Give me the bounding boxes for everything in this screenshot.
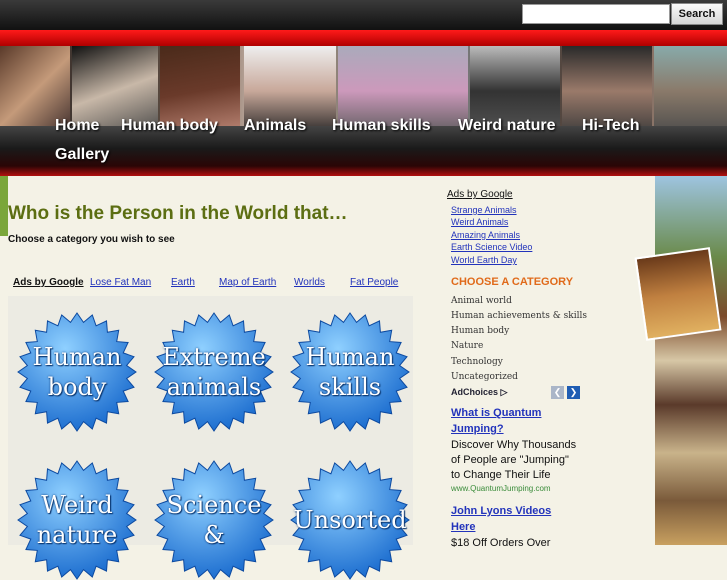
chevron-right-icon: ❯ [569,387,578,397]
category-link-animal-world[interactable]: Animal world [451,296,512,306]
nav-human-skills[interactable]: Human skills [332,117,431,135]
nav-hi-tech[interactable]: Hi-Tech [582,117,639,135]
adchoices-label: AdChoices [451,387,499,397]
nav-animals[interactable]: Animals [244,117,306,135]
sidebar-ad-link[interactable]: Strange Animals [451,205,517,215]
category-link-uncategorized[interactable]: Uncategorized [451,372,518,382]
ad-headline[interactable]: John Lyons Videos [451,505,551,517]
badge-label-line: skills [318,373,382,401]
category-badge-extreme-animals[interactable]: Extreme animals [154,312,274,432]
leaf-decoration [0,176,8,236]
ad-link[interactable]: Lose Fat Man [90,277,151,288]
category-badge-weird-nature[interactable]: Weird nature [17,460,137,580]
search-button[interactable]: Search [671,3,723,25]
ad-link[interactable]: Earth [171,277,195,288]
page-subtitle: Choose a category you wish to see [8,234,175,245]
ad-headline[interactable]: What is Quantum [451,407,541,419]
ad-link[interactable]: Worlds [294,277,325,288]
category-link-human-achievements[interactable]: Human achievements & skills [451,311,587,321]
category-link-technology[interactable]: Technology [451,357,503,367]
badge-label-line: Weird [41,491,113,519]
page-title: Who is the Person in the World that… [8,203,348,224]
badge-label-line: body [47,373,107,401]
ad-next-button[interactable]: ❯ [567,386,580,399]
ad-url[interactable]: www.QuantumJumping.com [451,484,551,493]
banner-photo [654,46,727,136]
badge-label-line: Science [166,491,262,519]
sidebar-ad-link[interactable]: Amazing Animals [451,230,520,240]
badge-label-line: Unsorted [293,506,407,534]
sidebar-ads-label[interactable]: Ads by Google [447,189,513,200]
badge-label-line: animals [166,373,262,401]
category-badge-human-skills[interactable]: Human skills [290,312,410,432]
chevron-left-icon: ❮ [553,387,562,397]
adchoices-link[interactable]: AdChoices ▷ [451,387,507,398]
ad-headline[interactable]: Jumping? [451,423,504,435]
ad-body-text: to Change Their Life [451,469,551,481]
category-badge-unsorted[interactable]: Unsorted [290,460,410,580]
category-list-title: CHOOSE A CATEGORY [451,276,574,288]
sidebar-ad-link[interactable]: World Earth Day [451,255,517,265]
adchoices-icon: ▷ [500,387,508,397]
red-header-stripe [0,30,727,46]
nav-human-body[interactable]: Human body [121,117,218,135]
sidebar-ad-link[interactable]: Weird Animals [451,217,508,227]
badge-label-line: Human [32,343,122,371]
ad-body-text: Discover Why Thousands [451,439,577,451]
nav-weird-nature[interactable]: Weird nature [458,117,556,135]
badge-label-line: & [203,521,225,549]
ad-body-text: $18 Off Orders Over [451,537,551,549]
category-badge-science[interactable]: Science & [154,460,274,580]
badge-label-line: Extreme [162,343,266,371]
burger-photo [634,247,722,341]
category-badge-human-body[interactable]: Human body [17,312,137,432]
ads-by-google-label[interactable]: Ads by Google [13,277,84,288]
sidebar-ad-link[interactable]: Earth Science Video [451,242,532,252]
nav-gallery[interactable]: Gallery [55,146,109,164]
category-link-human-body[interactable]: Human body [451,326,509,336]
ad-prev-button[interactable]: ❮ [551,386,564,399]
right-photo-collage [655,176,727,545]
badge-label-line: Human [305,343,395,371]
ad-headline[interactable]: Here [451,521,475,533]
ad-body-text: of People are "Jumping" [451,454,569,466]
ad-link[interactable]: Fat People [350,277,398,288]
search-input[interactable] [522,4,670,24]
ad-link[interactable]: Map of Earth [219,277,276,288]
nav-home[interactable]: Home [55,117,99,135]
category-link-nature[interactable]: Nature [451,341,483,351]
badge-label-line: nature [36,521,118,549]
